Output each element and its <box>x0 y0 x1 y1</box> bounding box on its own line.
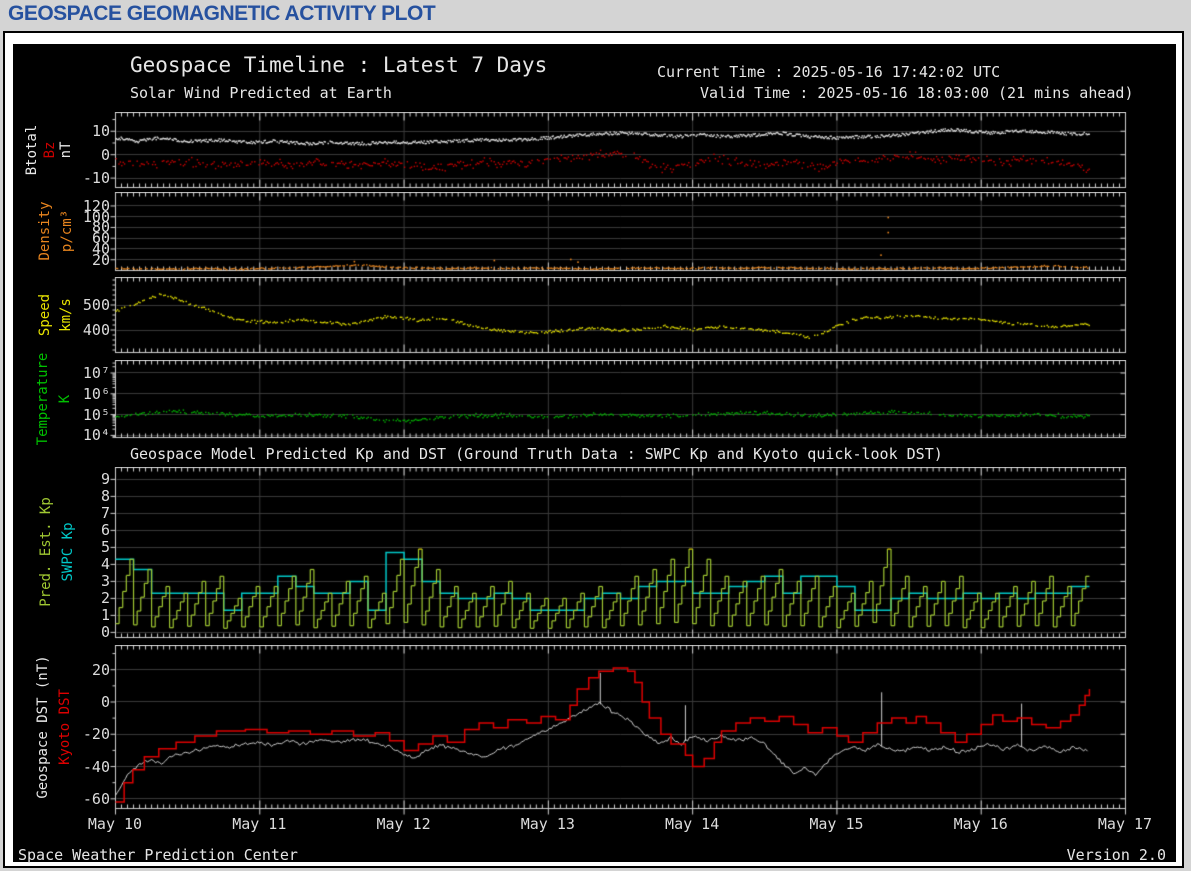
ytick-imf-0: 10 <box>91 122 110 141</box>
ytick-dst-0: 20 <box>91 660 110 679</box>
axis-label-dst-0: Geospace DST (nT) <box>35 654 51 799</box>
axis-label-kp-0: Pred. Est. Kp <box>38 497 54 607</box>
valid-time-label: Valid Time : 2025-05-16 18:03:00 (21 min… <box>700 84 1134 102</box>
plot-card: Geospace Timeline : Latest 7 Days Curren… <box>3 31 1184 868</box>
axis-label-imf-1: Bz <box>42 141 58 158</box>
panel-speed-canvas <box>109 277 1127 360</box>
current-time-label: Current Time : 2025-05-16 17:42:02 UTC <box>657 63 1001 81</box>
axis-label-speed-0: Speed <box>37 293 53 336</box>
plot-title: Geospace Timeline : Latest 7 Days <box>130 53 548 77</box>
axis-label-speed-1: km/s <box>58 297 74 332</box>
xtick-2: May 12 <box>376 815 431 833</box>
xtick-3: May 13 <box>520 815 575 833</box>
panel-kp-canvas <box>109 467 1127 645</box>
panel-imf-canvas <box>109 112 1127 195</box>
axis-label-density-1: p/cm³ <box>59 209 75 253</box>
ytick-temperature-2: 10⁵ <box>82 405 110 424</box>
page-title: GEOSPACE GEOMAGNETIC ACTIVITY PLOT <box>8 2 436 25</box>
axis-label-density-0: Density <box>37 201 53 261</box>
axis-label-dst-1: Kyoto DST <box>57 688 73 765</box>
panel-temperature-canvas <box>109 360 1127 445</box>
xtick-7: May 17 <box>1097 815 1153 833</box>
ytick-dst-4: -60 <box>82 789 110 808</box>
ytick-kp-1: 8 <box>100 487 110 506</box>
ytick-kp-8: 1 <box>100 606 110 625</box>
xtick-1: May 11 <box>232 815 287 833</box>
ytick-kp-9: 0 <box>100 623 110 642</box>
axis-label-temperature-0: Temperature <box>35 352 51 445</box>
axis-label-imf-0: Btotal <box>24 124 40 175</box>
xtick-5: May 15 <box>809 815 864 833</box>
panel-dst-canvas <box>109 645 1127 816</box>
xtick-4: May 14 <box>665 815 720 833</box>
ytick-kp-0: 9 <box>100 470 110 489</box>
xtick-6: May 16 <box>953 815 1008 833</box>
ytick-kp-7: 2 <box>100 589 110 608</box>
geospace-activity-page: GEOSPACE GEOMAGNETIC ACTIVITY PLOT Geosp… <box>0 0 1191 871</box>
panel-density-canvas <box>109 192 1127 278</box>
solar-wind-subtitle: Solar Wind Predicted at Earth <box>130 84 392 102</box>
axis-label-imf-2: nT <box>58 141 74 158</box>
xtick-0: May 10 <box>87 815 143 833</box>
ytick-imf-2: -10 <box>82 169 110 188</box>
ytick-density-5: 20 <box>91 250 110 269</box>
kp-dst-subtitle: Geospace Model Predicted Kp and DST (Gro… <box>130 445 943 463</box>
ytick-temperature-3: 10⁴ <box>82 426 110 445</box>
geospace-plot: Geospace Timeline : Latest 7 Days Curren… <box>13 44 1176 864</box>
axis-label-kp-1: SWPC Kp <box>60 522 76 582</box>
footer-version: Version 2.0 <box>1066 846 1166 864</box>
ytick-temperature-0: 10⁷ <box>82 363 110 382</box>
footer-credit: Space Weather Prediction Center <box>18 846 298 864</box>
axis-label-temperature-1: K <box>57 394 73 403</box>
ytick-kp-2: 7 <box>100 504 110 523</box>
